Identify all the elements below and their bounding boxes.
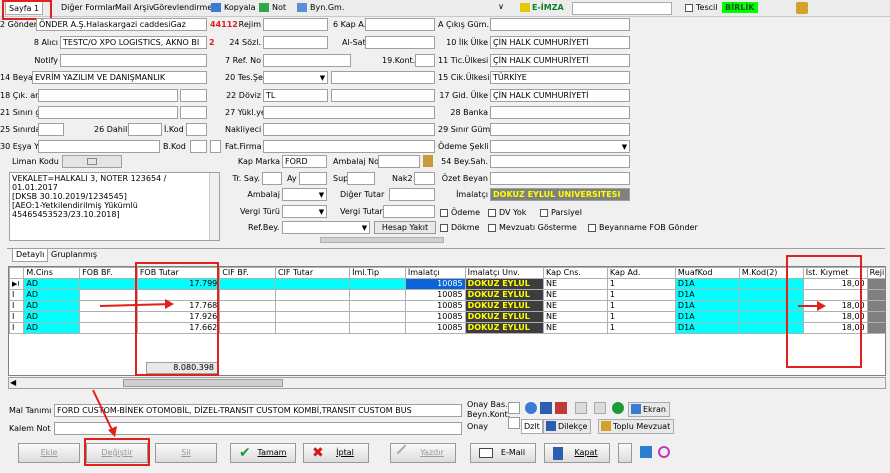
form-window: Sayfa 1 Diğer Formlar Mail Arşiv Görevle…: [0, 0, 890, 473]
arrow-to-fob: [99, 299, 174, 309]
arrow-to-kiymet: [798, 301, 826, 311]
annotation-arrows: [92, 299, 826, 437]
arrow-to-degistir: [92, 389, 117, 437]
